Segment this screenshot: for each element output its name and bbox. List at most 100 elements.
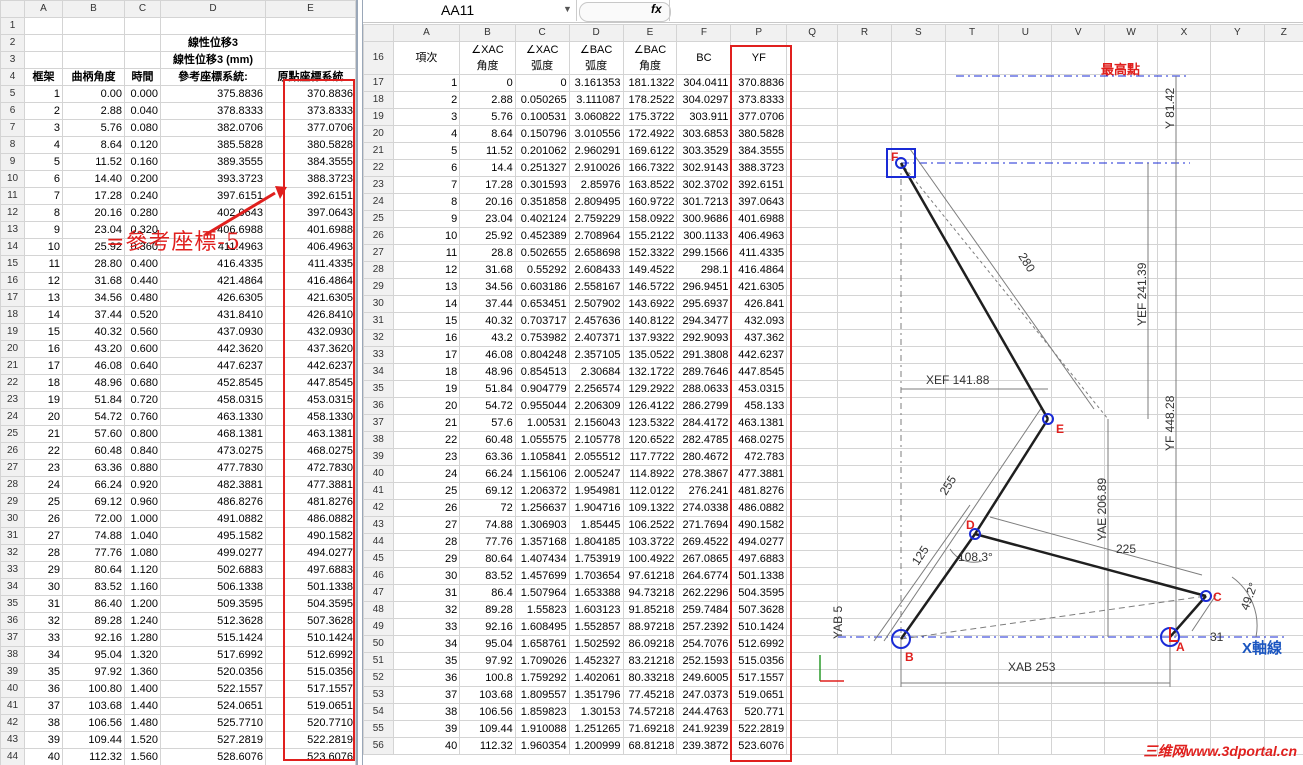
row-header[interactable]: 51: [363, 652, 394, 670]
column-header-d[interactable]: D: [568, 24, 624, 42]
row-header[interactable]: 20: [363, 125, 394, 143]
cell[interactable]: 2.407371: [568, 329, 624, 347]
cell[interactable]: 69.12: [459, 482, 516, 500]
cell[interactable]: 9: [392, 210, 461, 228]
row-header[interactable]: 28: [0, 476, 25, 494]
cell[interactable]: 0.603186: [514, 278, 570, 296]
cell[interactable]: 370.8836: [265, 85, 356, 103]
cell[interactable]: [265, 51, 356, 69]
row-header[interactable]: 35: [363, 380, 394, 398]
row-header[interactable]: 37: [0, 629, 25, 647]
cell[interactable]: [124, 51, 161, 69]
cell[interactable]: 2.708964: [568, 227, 624, 245]
row-header[interactable]: 42: [363, 499, 394, 517]
cell[interactable]: 97.61218: [622, 567, 678, 585]
cell[interactable]: 89.28: [459, 601, 516, 619]
cell[interactable]: 1.30153: [568, 703, 624, 721]
row-header[interactable]: 21: [363, 142, 394, 160]
cell[interactable]: 0.440: [124, 272, 161, 290]
cell[interactable]: 291.3808: [676, 346, 732, 364]
cell[interactable]: 66.24: [459, 465, 516, 483]
row-header[interactable]: 33: [0, 561, 25, 579]
cell[interactable]: 3.111087: [568, 91, 624, 109]
cell[interactable]: 3.010556: [568, 125, 624, 143]
cell[interactable]: 239.3872: [676, 737, 732, 755]
cell[interactable]: 1.452327: [568, 652, 624, 670]
cell[interactable]: 300.9686: [676, 210, 732, 228]
cell[interactable]: 259.7484: [676, 601, 732, 619]
row-header[interactable]: 39: [363, 448, 394, 466]
cell[interactable]: 522.2819: [265, 731, 356, 749]
cell[interactable]: 1.000: [124, 510, 161, 528]
cell[interactable]: [1051, 703, 1106, 721]
row-header[interactable]: 27: [0, 459, 25, 477]
column-header-w[interactable]: W: [1104, 24, 1159, 42]
cell[interactable]: 494.0277: [730, 533, 788, 551]
cell[interactable]: 1.251265: [568, 720, 624, 738]
cell[interactable]: 0.753982: [514, 329, 570, 347]
cell[interactable]: 35: [392, 652, 461, 670]
cell[interactable]: 257.2392: [676, 618, 732, 636]
cell[interactable]: 158.0922: [622, 210, 678, 228]
column-header-f[interactable]: F: [676, 24, 732, 42]
cell[interactable]: 416.4335: [160, 255, 266, 273]
cell[interactable]: 490.1582: [730, 516, 788, 534]
cell[interactable]: 375.8836: [160, 85, 266, 103]
cell[interactable]: 0.840: [124, 442, 161, 460]
column-header-t[interactable]: T: [944, 24, 1000, 42]
cell[interactable]: 17: [24, 357, 63, 375]
cell[interactable]: 384.3555: [730, 142, 788, 160]
cell[interactable]: 0.520: [124, 306, 161, 324]
cell[interactable]: 0.800: [124, 425, 161, 443]
cell[interactable]: 472.7830: [265, 459, 356, 477]
cell[interactable]: 48.96: [459, 363, 516, 381]
cell[interactable]: 421.4864: [160, 272, 266, 290]
row-header[interactable]: 29: [0, 493, 25, 511]
cell[interactable]: 392.6151: [730, 176, 788, 194]
cell[interactable]: 40: [24, 748, 63, 765]
cell[interactable]: 95.04: [62, 646, 125, 664]
cell[interactable]: 88.97218: [622, 618, 678, 636]
cell[interactable]: [1104, 720, 1159, 738]
cell[interactable]: 20.16: [459, 193, 516, 211]
cell[interactable]: 17.28: [459, 176, 516, 194]
row-header[interactable]: 14: [0, 238, 25, 256]
cell[interactable]: 1.85445: [568, 516, 624, 534]
cell[interactable]: 106.2522: [622, 516, 678, 534]
cell[interactable]: 2.256574: [568, 380, 624, 398]
row-header[interactable]: 27: [363, 244, 394, 262]
cell[interactable]: 298.1: [676, 261, 732, 279]
sheet-subtitle[interactable]: 線性位移3 (mm): [160, 51, 266, 69]
cell[interactable]: 15: [24, 323, 63, 341]
column-label[interactable]: 時間: [124, 68, 161, 86]
cell[interactable]: 80.64: [62, 561, 125, 579]
cell[interactable]: [24, 51, 63, 69]
column-label[interactable]: 框架: [24, 68, 63, 86]
cell[interactable]: 89.28: [62, 612, 125, 630]
cell[interactable]: 0.251327: [514, 159, 570, 177]
cell[interactable]: 32: [24, 612, 63, 630]
cell[interactable]: 77.76: [62, 544, 125, 562]
cell[interactable]: 13: [392, 278, 461, 296]
cell[interactable]: [998, 737, 1053, 755]
cell[interactable]: 135.0522: [622, 346, 678, 364]
cell[interactable]: 38: [392, 703, 461, 721]
cell[interactable]: 507.3628: [730, 601, 788, 619]
cell[interactable]: 21: [392, 414, 461, 432]
cell[interactable]: 172.4922: [622, 125, 678, 143]
cell[interactable]: 274.0338: [676, 499, 732, 517]
cell[interactable]: 21: [24, 425, 63, 443]
column-label[interactable]: BC: [676, 41, 732, 75]
row-header[interactable]: 36: [363, 397, 394, 415]
column-header-b[interactable]: B: [62, 0, 125, 18]
cell[interactable]: 1.306903: [514, 516, 570, 534]
cell[interactable]: 18: [24, 374, 63, 392]
cell[interactable]: 24: [24, 476, 63, 494]
cell[interactable]: 442.3620: [160, 340, 266, 358]
cell[interactable]: 163.8522: [622, 176, 678, 194]
cell[interactable]: 149.4522: [622, 261, 678, 279]
cell[interactable]: 43.2: [459, 329, 516, 347]
cell[interactable]: 495.1582: [160, 527, 266, 545]
cell[interactable]: 0.480: [124, 289, 161, 307]
row-header[interactable]: 18: [363, 91, 394, 109]
